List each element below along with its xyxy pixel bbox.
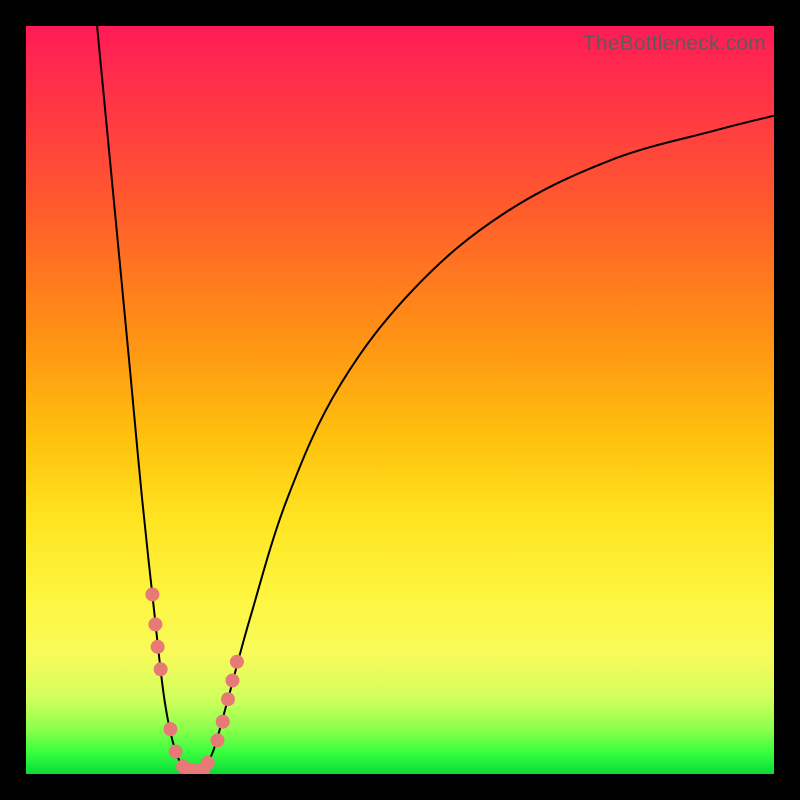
bead <box>145 587 159 601</box>
bead <box>148 617 162 631</box>
bead <box>216 715 230 729</box>
bead <box>163 722 177 736</box>
chart-frame: TheBottleneck.com <box>0 0 800 800</box>
bead <box>169 745 183 759</box>
bead <box>201 756 215 770</box>
plot-area: TheBottleneck.com <box>26 26 774 774</box>
highlight-beads <box>145 587 244 774</box>
bead <box>230 655 244 669</box>
bead <box>151 640 165 654</box>
right-branch-curve <box>202 116 774 771</box>
bead <box>225 674 239 688</box>
bead <box>221 692 235 706</box>
bead <box>210 733 224 747</box>
curves-svg <box>26 26 774 774</box>
left-branch-curve <box>97 26 187 770</box>
bead <box>154 662 168 676</box>
